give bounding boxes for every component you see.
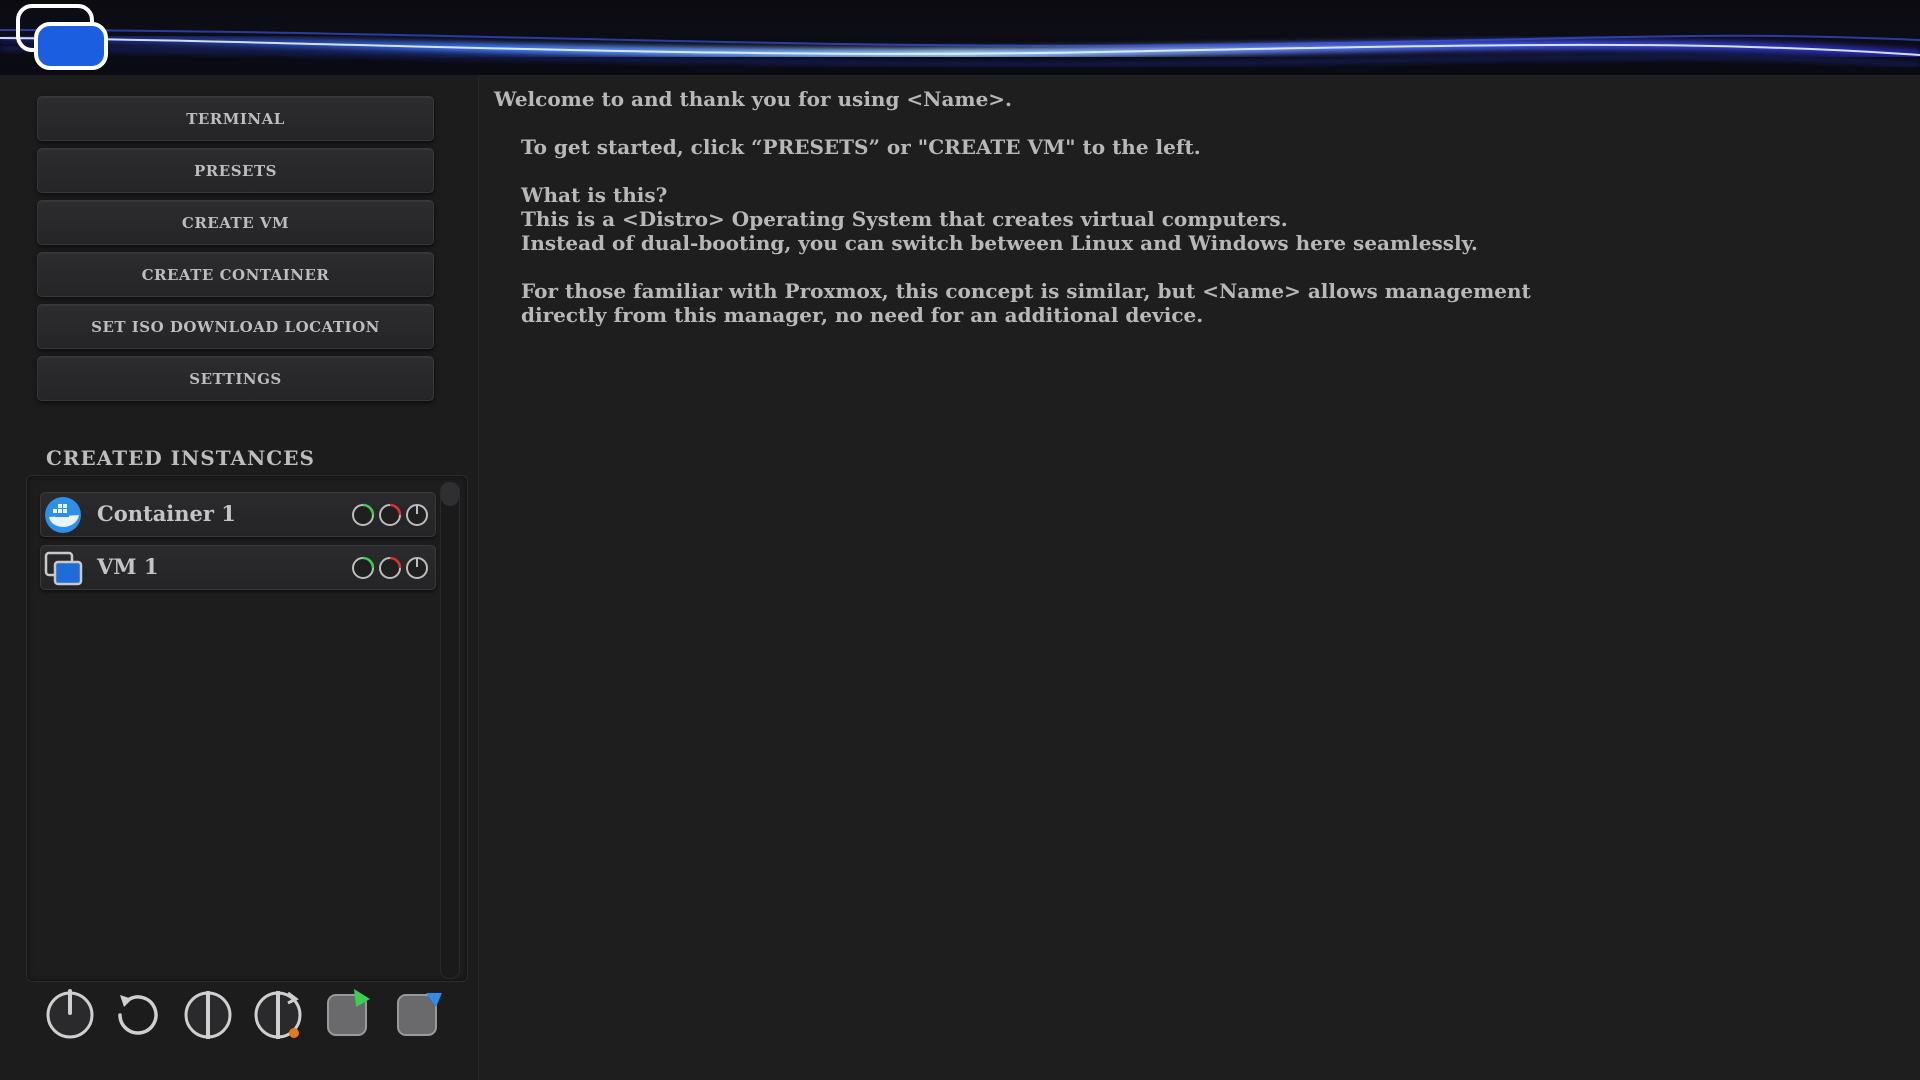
restart-icon[interactable] bbox=[110, 985, 166, 1041]
what-is-this-line: Instead of dual-booting, you can switch … bbox=[521, 231, 1478, 255]
terminal-button[interactable]: TERMINAL bbox=[37, 96, 434, 141]
stacked-windows-logo bbox=[16, 4, 108, 70]
instance-row[interactable]: Container 1 bbox=[40, 492, 436, 537]
create-vm-button[interactable]: CREATE VM bbox=[37, 200, 434, 245]
instance-name: VM 1 bbox=[97, 554, 159, 579]
power-icon[interactable] bbox=[405, 556, 429, 580]
what-is-this-heading: What is this? bbox=[521, 183, 668, 207]
start-icon[interactable] bbox=[351, 503, 375, 527]
get-started-text: To get started, click “PRESETS” or "CREA… bbox=[521, 135, 1201, 159]
settings-button[interactable]: SETTINGS bbox=[37, 356, 434, 401]
stop-icon[interactable] bbox=[378, 503, 402, 527]
start-icon[interactable] bbox=[351, 556, 375, 580]
vm-window-icon bbox=[44, 551, 83, 586]
proxmox-text-line: For those familiar with Proxmox, this co… bbox=[521, 279, 1531, 303]
light-streak-decoration bbox=[0, 29, 1920, 67]
reboot-alert-icon[interactable] bbox=[250, 985, 306, 1041]
top-banner bbox=[0, 0, 1920, 75]
shutdown-icon[interactable] bbox=[180, 985, 236, 1041]
import-icon[interactable] bbox=[390, 985, 446, 1041]
welcome-panel: Welcome to and thank you for using <Name… bbox=[494, 87, 1894, 327]
docker-whale-icon bbox=[45, 497, 81, 533]
power-icon[interactable] bbox=[405, 503, 429, 527]
stop-icon[interactable] bbox=[378, 556, 402, 580]
instance-row[interactable]: VM 1 bbox=[40, 545, 436, 590]
proxmox-text-line: directly from this manager, no need for … bbox=[521, 303, 1204, 327]
instances-scrollbar-track[interactable] bbox=[440, 482, 460, 979]
what-is-this-line: This is a <Distro> Operating System that… bbox=[521, 207, 1288, 231]
set-iso-download-location-button[interactable]: SET ISO DOWNLOAD LOCATION bbox=[37, 304, 434, 349]
welcome-text: Welcome to and thank you for using <Name… bbox=[494, 87, 1013, 111]
create-container-button[interactable]: CREATE CONTAINER bbox=[37, 252, 434, 297]
instance-name: Container 1 bbox=[97, 501, 236, 526]
created-instances-title: CREATED INSTANCES bbox=[46, 446, 315, 470]
export-icon[interactable] bbox=[320, 985, 376, 1041]
power-icon[interactable] bbox=[42, 985, 98, 1041]
presets-button[interactable]: PRESETS bbox=[37, 148, 434, 193]
instances-scrollbar-thumb[interactable] bbox=[441, 482, 459, 506]
